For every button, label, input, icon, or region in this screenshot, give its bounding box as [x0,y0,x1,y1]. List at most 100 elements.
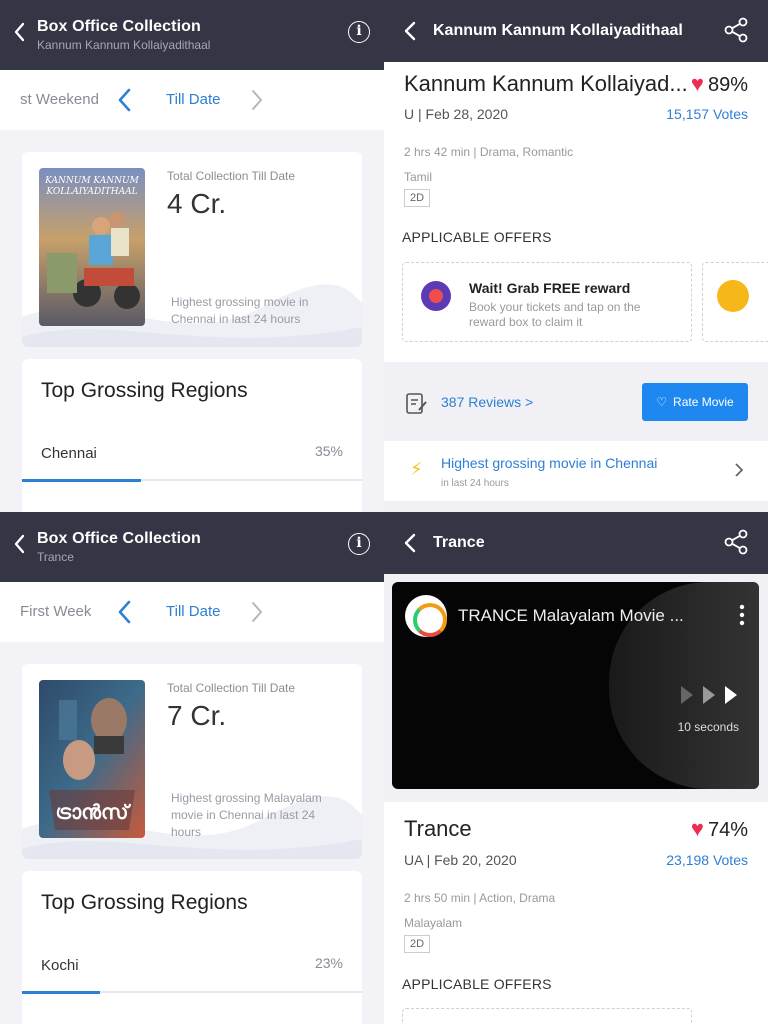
app-header: Trance [384,512,768,574]
votes-count[interactable]: 15,157 Votes [666,106,748,122]
region-name: Chennai [41,445,97,462]
heart-icon: ♥ [690,71,704,96]
movie-subtitle: Kannum Kannum Kollaiyadithaal [37,38,211,52]
language: Tamil [404,170,433,184]
collection-label: Total Collection Till Date [167,169,296,183]
share-icon[interactable] [722,528,750,556]
rate-movie-button[interactable]: ♡ Rate Movie [642,383,748,421]
region-progress-fill [22,991,101,994]
heart-outline-icon: ♡ [656,395,668,409]
offer-card[interactable] [402,1008,692,1024]
collection-card: ട്രാൻസ് Total Collection Till Date 7 Cr.… [22,664,362,859]
language: Malayalam [404,916,463,930]
offer-card-next[interactable] [702,262,768,342]
app-header: Kannum Kannum Kollaiyadithaal [384,0,768,62]
box-office-panel-2: Box Office Collection Trance i First Wee… [0,512,384,1024]
movie-subtitle: Trance [37,550,74,564]
movie-title: Trance [404,816,472,841]
duration-genre: 2 hrs 42 min | Drama, Romantic [404,145,574,159]
offer-title: Wait! Grab FREE reward [469,280,631,296]
period-navigator: First Week Till Date [0,582,384,642]
back-arrow-icon[interactable] [10,532,30,556]
collection-note: Highest grossing movie in Chennai in las… [171,295,309,326]
video-title: TRANCE Malayalam Movie ... [458,606,684,625]
current-period-label: Till Date [166,603,221,620]
movie-rating: ♥ 74% [691,816,748,842]
back-arrow-icon[interactable] [400,531,420,555]
format-badge: 2D [404,935,431,953]
format-badge: 2D [404,189,431,207]
current-period-label: Till Date [166,91,221,108]
offer-description: Book your tickets and tap on the reward … [469,300,641,329]
certificate-date: U | Feb 28, 2020 [404,106,509,122]
heart-icon: ♥ [690,816,704,841]
chevron-right-icon [735,463,744,477]
chevron-left-icon[interactable] [116,87,134,113]
votes-count[interactable]: 23,198 Votes [666,852,748,868]
highlight-row[interactable]: ⚡ Highest grossing movie in Chennai in l… [384,441,768,501]
rating-value: 89% [707,74,748,96]
page-title: Kannum Kannum Kollaiyadithaal [433,22,683,39]
highlight-title: Highest grossing movie in Chennai [441,455,658,471]
highlight-subtitle: in last 24 hours [441,478,509,489]
movie-info-section: Kannum Kannum Kollaiyad... ♥ 89% U | Feb … [384,62,768,362]
regions-title: Top Grossing Regions [41,379,248,402]
back-arrow-icon[interactable] [10,20,30,44]
skip-forward-icon[interactable] [677,684,741,706]
chevron-right-icon[interactable] [248,88,266,112]
prev-period-label[interactable]: First Week [20,603,91,620]
page-title: Trance [433,534,485,551]
chevron-right-icon[interactable] [248,600,266,624]
skip-seconds: 10 seconds [677,720,739,734]
share-icon[interactable] [722,16,750,44]
movie-poster[interactable]: KANNUM KANNUM KOLLAIYADITHAAL [39,168,145,326]
region-percent: 23% [314,955,343,971]
next-card-peek [22,1002,362,1024]
page-title: Box Office Collection [37,18,201,35]
more-options-icon[interactable] [739,604,745,626]
certificate-date: UA | Feb 20, 2020 [404,852,517,868]
reviews-row: 387 Reviews > ♡ Rate Movie [384,364,768,440]
movie-title: Kannum Kannum Kollaiyad... [404,71,688,96]
box-office-panel-1: Box Office Collection Kannum Kannum Koll… [0,0,384,512]
regions-title: Top Grossing Regions [41,891,248,914]
reviews-link[interactable]: 387 Reviews > [441,394,533,410]
info-icon[interactable]: i [348,21,370,43]
collection-card: KANNUM KANNUM KOLLAIYADITHAAL Total Coll… [22,152,362,347]
info-icon[interactable]: i [348,533,370,555]
offers-heading: APPLICABLE OFFERS [402,976,552,992]
poster-title: ട്രാൻസ് [55,802,129,824]
rating-value: 74% [707,819,748,841]
collection-label: Total Collection Till Date [167,681,296,695]
chevron-left-icon[interactable] [116,599,134,625]
offer-card[interactable]: Wait! Grab FREE reward Book your tickets… [402,262,692,342]
offers-heading: APPLICABLE OFFERS [402,229,552,245]
duration-genre: 2 hrs 50 min | Action, Drama [404,891,556,905]
period-navigator: st Weekend Till Date [0,70,384,130]
collection-note: Highest grossing Malayalam movie in Chen… [171,791,322,839]
gift-icon [421,281,451,311]
channel-logo[interactable] [405,595,447,637]
collection-value: 4 Cr. [167,188,227,219]
lightning-icon: ⚡ [410,459,423,479]
trailer-video[interactable]: TRANCE Malayalam Movie ... 10 seconds [392,582,759,789]
region-name: Kochi [41,957,79,974]
page-title: Box Office Collection [37,530,201,547]
movie-poster[interactable]: ട്രാൻസ് [39,680,145,838]
app-header: Box Office Collection Trance i [0,512,384,582]
review-icon [406,393,427,414]
region-progress-track [22,991,362,994]
back-arrow-icon[interactable] [400,19,420,43]
next-card-peek [22,490,362,512]
wallet-icon [717,280,749,312]
movie-detail-panel-2: Trance TRANCE Malayalam Movie ... 10 sec… [384,512,768,1024]
movie-info-section: Trance ♥ 74% UA | Feb 20, 2020 23,198 Vot… [384,802,768,1024]
app-header: Box Office Collection Kannum Kannum Koll… [0,0,384,70]
collection-value: 7 Cr. [167,700,227,731]
poster-title: KANNUM KANNUM KOLLAIYADITHAAL [45,176,139,197]
movie-rating: ♥ 89% [691,71,748,97]
region-percent: 35% [314,443,343,459]
region-progress-fill [22,479,141,482]
rate-button-label: Rate Movie [673,395,734,409]
prev-period-label[interactable]: st Weekend [20,91,99,108]
